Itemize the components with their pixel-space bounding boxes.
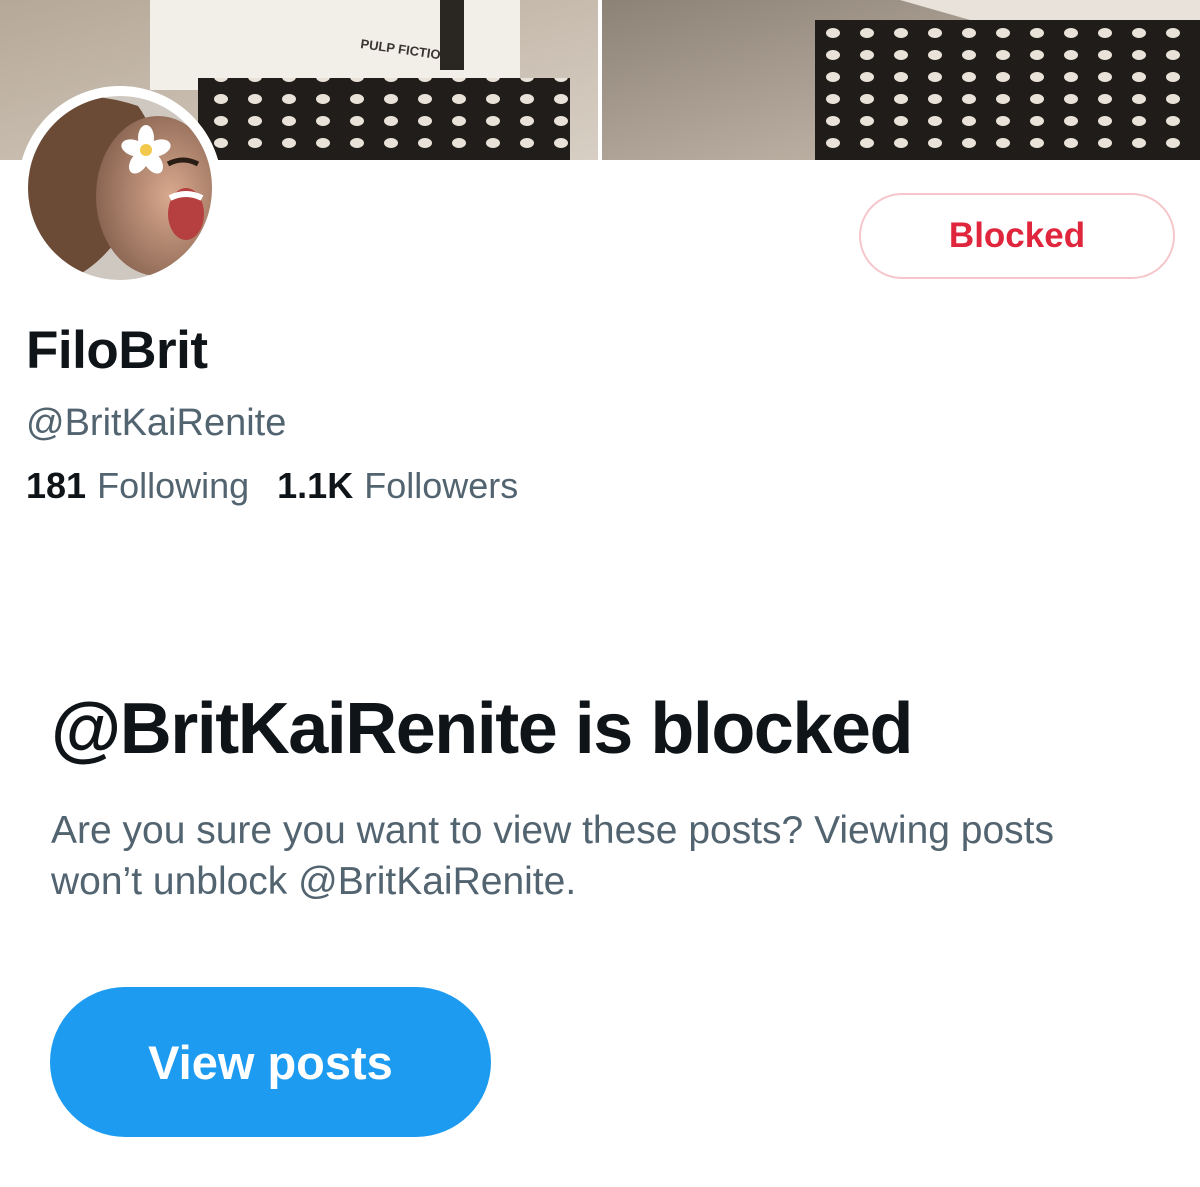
followers-label: Followers — [364, 465, 519, 506]
blocked-button[interactable]: Blocked — [859, 193, 1175, 279]
profile-stats: 181 Following 1.1K Followers — [26, 466, 518, 506]
following-label: Following — [97, 465, 250, 506]
view-posts-button-label: View posts — [148, 1035, 393, 1089]
profile-handle: @BritKaiRenite — [26, 402, 287, 444]
profile-avatar[interactable] — [18, 86, 222, 290]
blocked-notice-description: Are you sure you want to view these post… — [51, 809, 1054, 903]
blocked-notice-title: @BritKaiRenite is blocked — [51, 689, 913, 769]
blocked-button-label: Blocked — [948, 216, 1086, 255]
following-count: 181 — [26, 465, 87, 506]
following-link[interactable]: 181 Following — [26, 466, 249, 506]
profile-display-name: FiloBrit — [26, 321, 208, 380]
followers-link[interactable]: 1.1K Followers — [277, 466, 518, 506]
view-posts-button[interactable]: View posts — [50, 987, 491, 1137]
followers-count: 1.1K — [277, 465, 354, 506]
